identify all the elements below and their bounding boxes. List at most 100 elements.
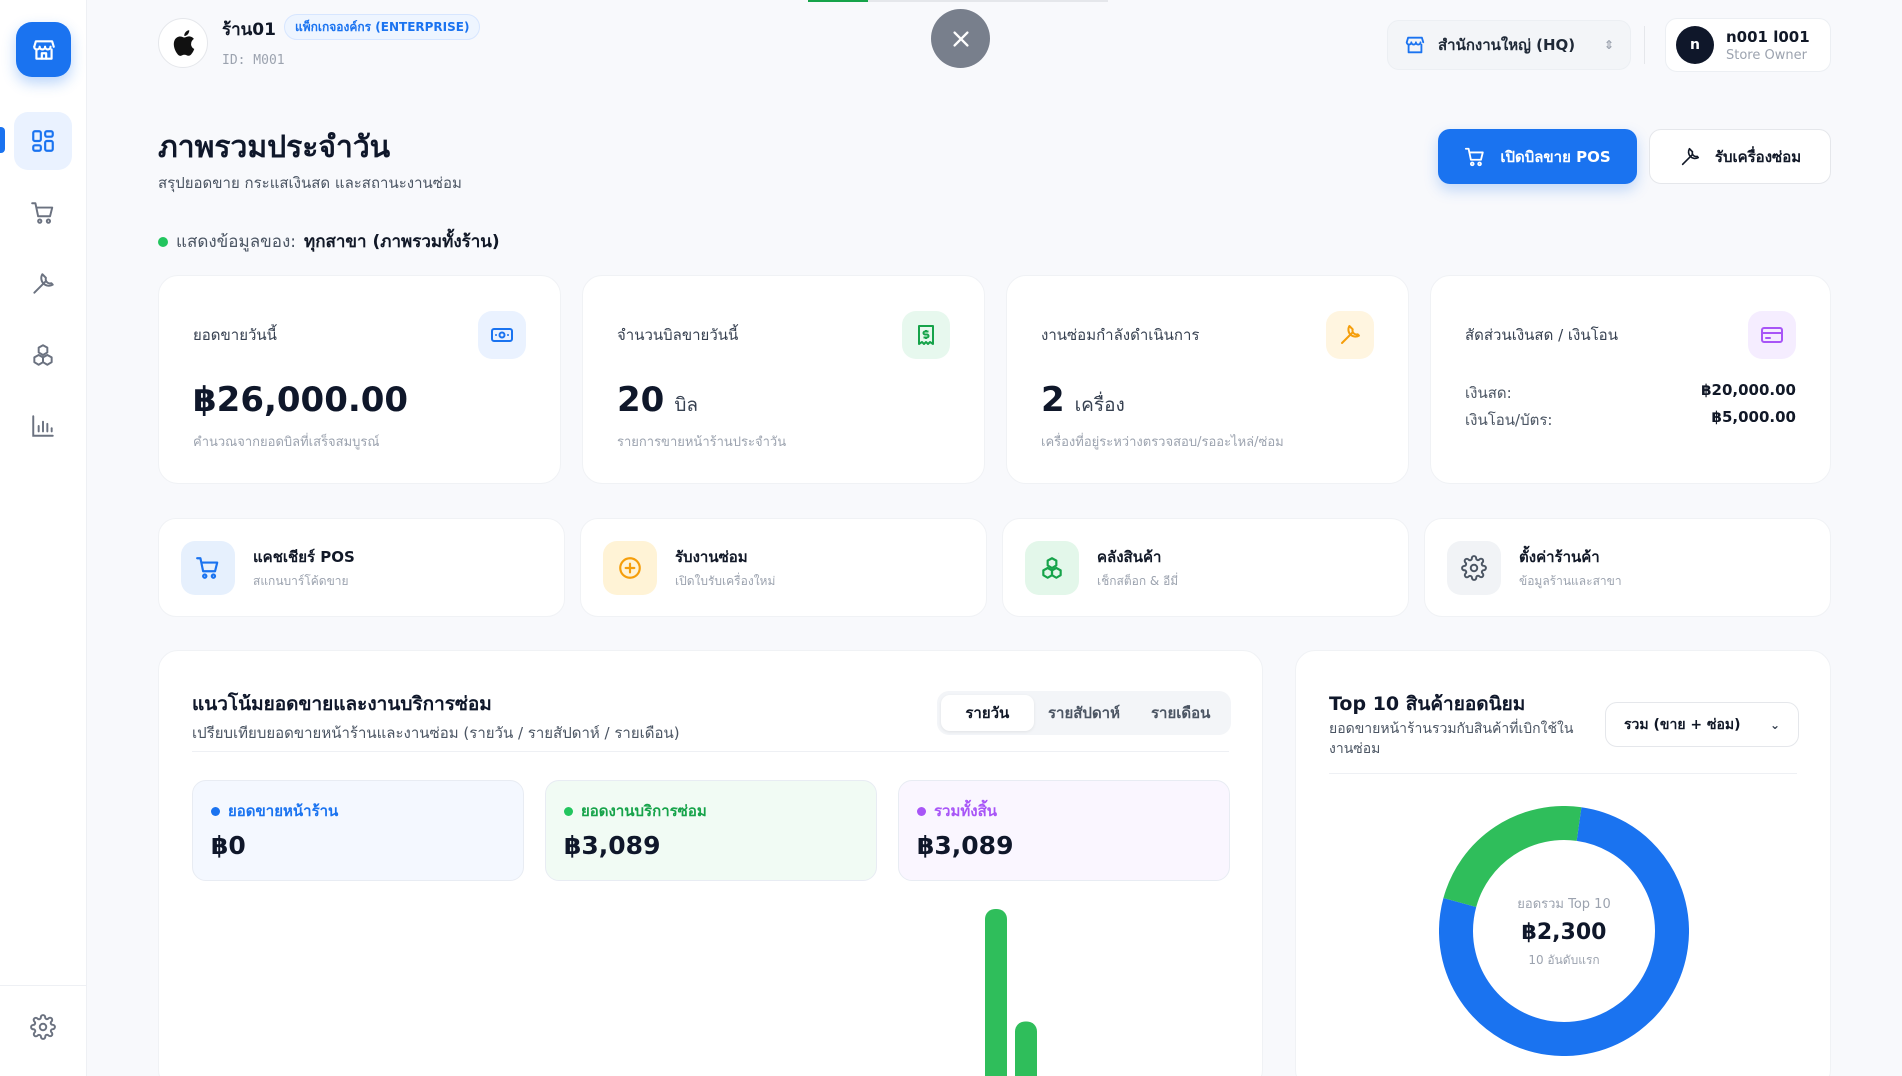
- stat-title: สัดส่วนเงินสด / เงินโอน: [1465, 326, 1618, 344]
- active-nav-indicator: [0, 127, 5, 153]
- stat-desc: รายการขายหน้าร้านประจำวัน: [617, 435, 787, 450]
- wrench-icon: [1681, 147, 1699, 165]
- quick-action-settings[interactable]: ตั้งค่าร้านค้า ข้อมูลร้านและสาขา: [1424, 518, 1831, 617]
- stat-title: งานซ่อมกำลังดำเนินการ: [1041, 326, 1200, 344]
- store-id: ID: M001: [222, 53, 285, 68]
- sidebar-item-dashboard[interactable]: [14, 112, 72, 170]
- donut-value: ฿2,300: [1521, 919, 1607, 945]
- gear-icon: [1461, 554, 1487, 581]
- quick-icon-wrap: [603, 540, 657, 595]
- quick-action-sub: สแกนบาร์โค้ดขาย: [253, 573, 349, 588]
- chevron-up-down-icon: ⇕: [1603, 38, 1614, 52]
- money-icon: [491, 328, 513, 342]
- close-button[interactable]: [931, 9, 990, 68]
- tab-daily[interactable]: รายวัน: [941, 695, 1034, 731]
- stat-value: 20 บิล: [617, 380, 699, 420]
- stat-desc: เครื่องที่อยู่ระหว่างตรวจสอบ/รออะไหล่/ซ่…: [1041, 435, 1284, 450]
- quick-action-title: ตั้งค่าร้านค้า: [1519, 547, 1600, 566]
- stat-value: ฿26,000.00: [193, 380, 409, 420]
- cart-icon: [31, 202, 54, 224]
- top10-subtitle: ยอดขายหน้าร้านรวมกับสินค้าที่เบิกใช้ในงา…: [1329, 721, 1574, 757]
- summary-card-storefront: ยอดขายหน้าร้าน ฿0: [192, 780, 524, 881]
- quick-action-repair[interactable]: รับงานซ่อม เปิดใบรับเครื่องใหม่: [580, 518, 987, 617]
- stat-card-cash-ratio: สัดส่วนเงินสด / เงินโอน เงินสด: ฿20,000.…: [1430, 275, 1831, 484]
- stat-card-repairs-in-progress: งานซ่อมกำลังดำเนินการ 2 เครื่อง เครื่องที…: [1006, 275, 1409, 484]
- transfer-value: ฿5,000.00: [1711, 408, 1796, 426]
- sidebar-item-reports[interactable]: [14, 397, 72, 455]
- repair-intake-label: รับเครื่องซ่อม: [1714, 147, 1802, 166]
- quick-action-title: รับงานซ่อม: [675, 547, 748, 566]
- receipt-icon: [918, 325, 934, 345]
- top10-title: Top 10 สินค้ายอดนิยม: [1329, 693, 1526, 715]
- store-icon: [1405, 36, 1425, 54]
- donut-label: ยอดรวม Top 10: [1517, 896, 1611, 912]
- store-logo-button[interactable]: [16, 22, 71, 77]
- summary-label: ยอดงานบริการซ่อม: [564, 799, 707, 823]
- user-menu[interactable]: n n001 l001 Store Owner: [1665, 18, 1831, 72]
- sidebar-item-repair[interactable]: [14, 255, 72, 313]
- trend-title: แนวโน้มยอดขายและงานบริการซ่อม: [192, 693, 492, 715]
- data-scope-value: ทุกสาขา (ภาพรวมทั้งร้าน): [304, 232, 500, 252]
- open-pos-label: เปิดบิลขาย POS: [1500, 147, 1611, 166]
- top10-divider: [1329, 773, 1797, 774]
- page-title: ภาพรวมประจำวัน: [158, 130, 391, 165]
- tab-weekly[interactable]: รายสัปดาห์: [1038, 695, 1131, 731]
- open-pos-button[interactable]: เปิดบิลขาย POS: [1438, 129, 1637, 184]
- stat-icon-wrap: [902, 311, 950, 359]
- stat-unit: บิล: [674, 394, 699, 416]
- quick-action-sub: เปิดใบรับเครื่องใหม่: [675, 573, 776, 588]
- top10-filter-select[interactable]: รวม (ขาย + ซ่อม) ⌄: [1605, 702, 1799, 747]
- plus-circle-icon: [619, 556, 641, 579]
- status-dot: [158, 236, 168, 247]
- dashboard-icon: [32, 130, 54, 152]
- stat-title: ยอดขายวันนี้: [193, 326, 277, 344]
- loading-progress: [808, 0, 1108, 2]
- donut-sublabel: 10 อันดับแรก: [1528, 952, 1600, 967]
- summary-card-total: รวมทั้งสิ้น ฿3,089: [898, 780, 1230, 881]
- top10-panel: Top 10 สินค้ายอดนิยม ยอดขายหน้าร้านรวมกั…: [1295, 650, 1831, 1076]
- wrench-icon: [33, 273, 54, 294]
- stat-card-bills-today: จำนวนบิลขายวันนี้ 20 บิล รายการขายหน้าร้า…: [582, 275, 985, 484]
- sidebar-item-inventory[interactable]: [14, 326, 72, 384]
- transfer-row: เงินโอน/บัตร: ฿5,000.00: [1465, 408, 1796, 432]
- repair-intake-button[interactable]: รับเครื่องซ่อม: [1649, 129, 1831, 184]
- store-name: ร้าน01: [222, 20, 276, 40]
- data-scope: แสดงข้อมูลของ: ทุกสาขา (ภาพรวมทั้งร้าน): [158, 228, 500, 255]
- stat-desc: คำนวณจากยอดบิลที่เสร็จสมบูรณ์: [193, 435, 380, 450]
- boxes-icon: [33, 344, 53, 366]
- tab-monthly[interactable]: รายเดือน: [1134, 695, 1227, 731]
- transfer-label: เงินโอน/บัตร:: [1465, 411, 1553, 429]
- bar-chart-icon: [32, 415, 54, 437]
- branch-select[interactable]: สำนักงานใหญ่ (HQ) ⇕: [1387, 20, 1631, 70]
- apple-logo-icon: [173, 30, 195, 56]
- sidebar: [0, 0, 87, 1076]
- cash-value: ฿20,000.00: [1701, 381, 1796, 399]
- store-icon: [32, 39, 55, 60]
- plan-badge: แพ็กเกจองค์กร (ENTERPRISE): [284, 14, 481, 40]
- quick-action-sub: ข้อมูลร้านและสาขา: [1519, 573, 1622, 588]
- trend-bar: [1015, 1021, 1037, 1076]
- stat-title: จำนวนบิลขายวันนี้: [617, 326, 739, 344]
- data-scope-label: แสดงข้อมูลของ:: [176, 232, 296, 252]
- gear-icon: [30, 1014, 56, 1040]
- quick-icon-wrap: [1025, 540, 1079, 595]
- stat-icon-wrap: [1326, 311, 1374, 359]
- quick-action-inventory[interactable]: คลังสินค้า เช็กสต็อก & อีมี่: [1002, 518, 1409, 617]
- summary-label: ยอดขายหน้าร้าน: [211, 799, 338, 823]
- store-logo: [158, 18, 208, 68]
- quick-action-sub: เช็กสต็อก & อีมี่: [1097, 573, 1179, 588]
- credit-card-icon: [1761, 327, 1783, 343]
- summary-value: ฿0: [211, 831, 246, 860]
- wrench-icon: [1341, 325, 1360, 344]
- donut-center: ยอดรวม Top 10 ฿2,300 10 อันดับแรก: [1439, 806, 1689, 1056]
- cart-icon: [1465, 147, 1485, 166]
- user-name: n001 l001: [1726, 27, 1810, 46]
- quick-icon-wrap: [1447, 540, 1501, 595]
- quick-action-pos[interactable]: แคชเชียร์ POS สแกนบาร์โค้ดขาย: [158, 518, 565, 617]
- donut-chart: ยอดรวม Top 10 ฿2,300 10 อันดับแรก: [1439, 805, 1689, 1056]
- cart-icon: [196, 556, 219, 579]
- sidebar-divider: [0, 985, 87, 986]
- sidebar-item-settings[interactable]: [14, 998, 72, 1056]
- sidebar-item-pos[interactable]: [14, 184, 72, 242]
- period-toggle: รายวัน รายสัปดาห์ รายเดือน: [937, 691, 1231, 735]
